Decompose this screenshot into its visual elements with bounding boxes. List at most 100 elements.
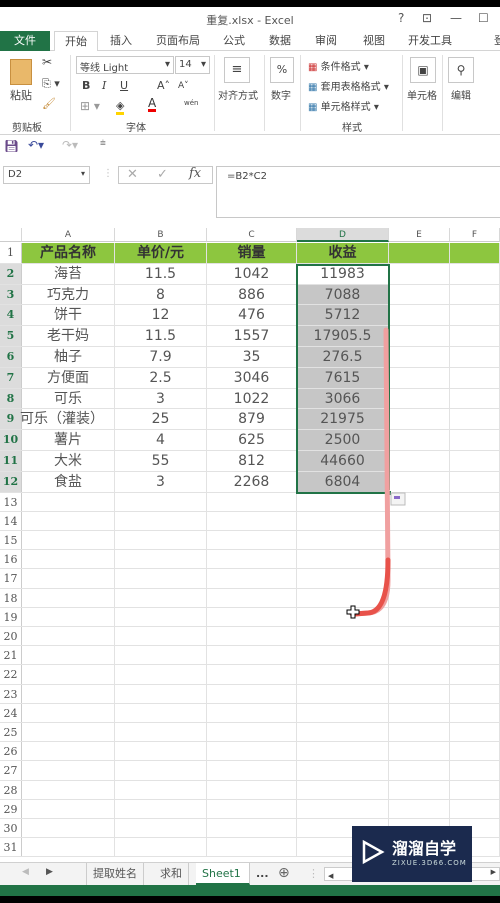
cell-D26[interactable] [297,742,389,761]
sheet-tab-extract-name[interactable]: 提取姓名 [86,863,144,885]
redo-icon[interactable]: ↷▾ [62,138,78,152]
worksheet-grid[interactable]: A B C D E F 1 产品名称 单价/元 销量 收益 2 海苔 11.5 1042 11983 3 巧克力 8… [0,228,500,862]
cell-F18[interactable] [450,588,500,607]
row-header[interactable]: 6 [0,347,22,367]
cell-F4[interactable] [450,305,500,326]
cell-B14[interactable] [115,511,207,530]
cell-F6[interactable] [450,347,500,367]
cell-D17[interactable] [297,569,389,588]
cell-A16[interactable] [22,550,115,569]
cell-F11[interactable] [450,451,500,471]
align-icon[interactable]: ≡ [224,57,250,83]
row-header[interactable]: 20 [0,627,22,646]
cell-F25[interactable] [450,723,500,742]
cell-F15[interactable] [450,531,500,550]
cell-B3[interactable]: 8 [115,284,207,305]
cell-D25[interactable] [297,723,389,742]
tab-insert[interactable]: 插入 [104,31,138,51]
cell-B2[interactable]: 11.5 [115,263,207,284]
row-header[interactable]: 11 [0,451,22,471]
cell-A26[interactable] [22,742,115,761]
cell-F27[interactable] [450,761,500,780]
cell-F14[interactable] [450,511,500,530]
row-header[interactable]: 13 [0,492,22,511]
bold-button[interactable]: B [82,79,90,92]
cell-A9[interactable]: 可乐（灌装） [20,409,115,430]
cell-A27[interactable] [22,761,115,780]
cell-E12[interactable] [389,471,450,492]
cell-D7[interactable]: 7615 [297,367,389,388]
cell-C25[interactable] [207,723,297,742]
cell-A19[interactable] [22,607,115,626]
cell-E7[interactable] [389,367,450,388]
cell-B22[interactable] [115,665,207,684]
format-painter-icon[interactable]: 🖌 [42,97,56,110]
cell-B28[interactable] [115,780,207,799]
column-header-e[interactable]: E [389,228,450,242]
row-header[interactable]: 19 [0,607,22,626]
cell-E21[interactable] [389,646,450,665]
cell-A15[interactable] [22,531,115,550]
font-size-select[interactable]: 14 ▾ [175,56,210,74]
row-header[interactable]: 25 [0,723,22,742]
column-header-c[interactable]: C [207,228,297,242]
cell-B19[interactable] [115,607,207,626]
cell-D14[interactable] [297,511,389,530]
cell-B4[interactable]: 12 [115,305,207,326]
row-header[interactable]: 12 [0,471,22,492]
cells-icon[interactable]: ▣ [410,57,436,83]
row-header[interactable]: 7 [0,367,22,388]
cell-C2[interactable]: 1042 [207,263,297,284]
cell-A11[interactable]: 大米 [22,451,115,471]
cell-E16[interactable] [389,550,450,569]
copy-icon[interactable]: ⎘ ▾ [42,77,60,91]
cell-A22[interactable] [22,665,115,684]
cell-A2[interactable]: 海苔 [22,263,115,284]
row-header[interactable]: 14 [0,511,22,530]
cell-E15[interactable] [389,531,450,550]
cell-F2[interactable] [450,263,500,284]
row-header[interactable]: 9 [0,409,22,430]
underline-button[interactable]: U [120,79,128,92]
scroll-prev-sheet-icon[interactable]: ◀ [22,867,29,877]
cell-B18[interactable] [115,588,207,607]
find-binoculars-icon[interactable]: ⚲ [448,57,474,83]
cell-C1[interactable]: 销量 [207,243,297,263]
cell-E18[interactable] [389,588,450,607]
cell-B31[interactable] [115,838,207,857]
format-as-table-button[interactable]: ▦ 套用表格格式 ▾ [308,78,389,93]
cell-E27[interactable] [389,761,450,780]
cell-E25[interactable] [389,723,450,742]
cell-B13[interactable] [115,492,207,511]
cell-C5[interactable]: 1557 [207,326,297,346]
cell-F26[interactable] [450,742,500,761]
cell-F12[interactable] [450,471,500,492]
cell-D15[interactable] [297,531,389,550]
cell-E1[interactable] [389,243,450,263]
cell-D2[interactable]: 11983 [297,263,389,284]
row-header[interactable]: 8 [0,388,22,409]
tab-file[interactable]: 文件 [0,31,50,51]
cell-C20[interactable] [207,627,297,646]
cancel-icon[interactable]: ✕ [127,167,138,182]
cell-B17[interactable] [115,569,207,588]
cell-C15[interactable] [207,531,297,550]
cell-C21[interactable] [207,646,297,665]
cell-E11[interactable] [389,451,450,471]
cell-E10[interactable] [389,430,450,450]
paste-button[interactable]: 粘贴 [10,87,32,103]
number-button[interactable]: 数字 [271,87,291,102]
cell-A7[interactable]: 方便面 [22,367,115,388]
cell-D29[interactable] [297,799,389,818]
cell-A18[interactable] [22,588,115,607]
row-header[interactable]: 18 [0,588,22,607]
cell-C29[interactable] [207,799,297,818]
grow-font-button[interactable]: A˄ [157,79,170,92]
enter-icon[interactable]: ✓ [157,167,168,182]
cell-F3[interactable] [450,284,500,305]
shrink-font-button[interactable]: A˅ [178,81,189,91]
row-header[interactable]: 4 [0,305,22,326]
cell-C8[interactable]: 1022 [207,388,297,409]
cells-button[interactable]: 单元格 [407,87,437,102]
undo-icon[interactable]: ↶▾ [28,138,44,152]
